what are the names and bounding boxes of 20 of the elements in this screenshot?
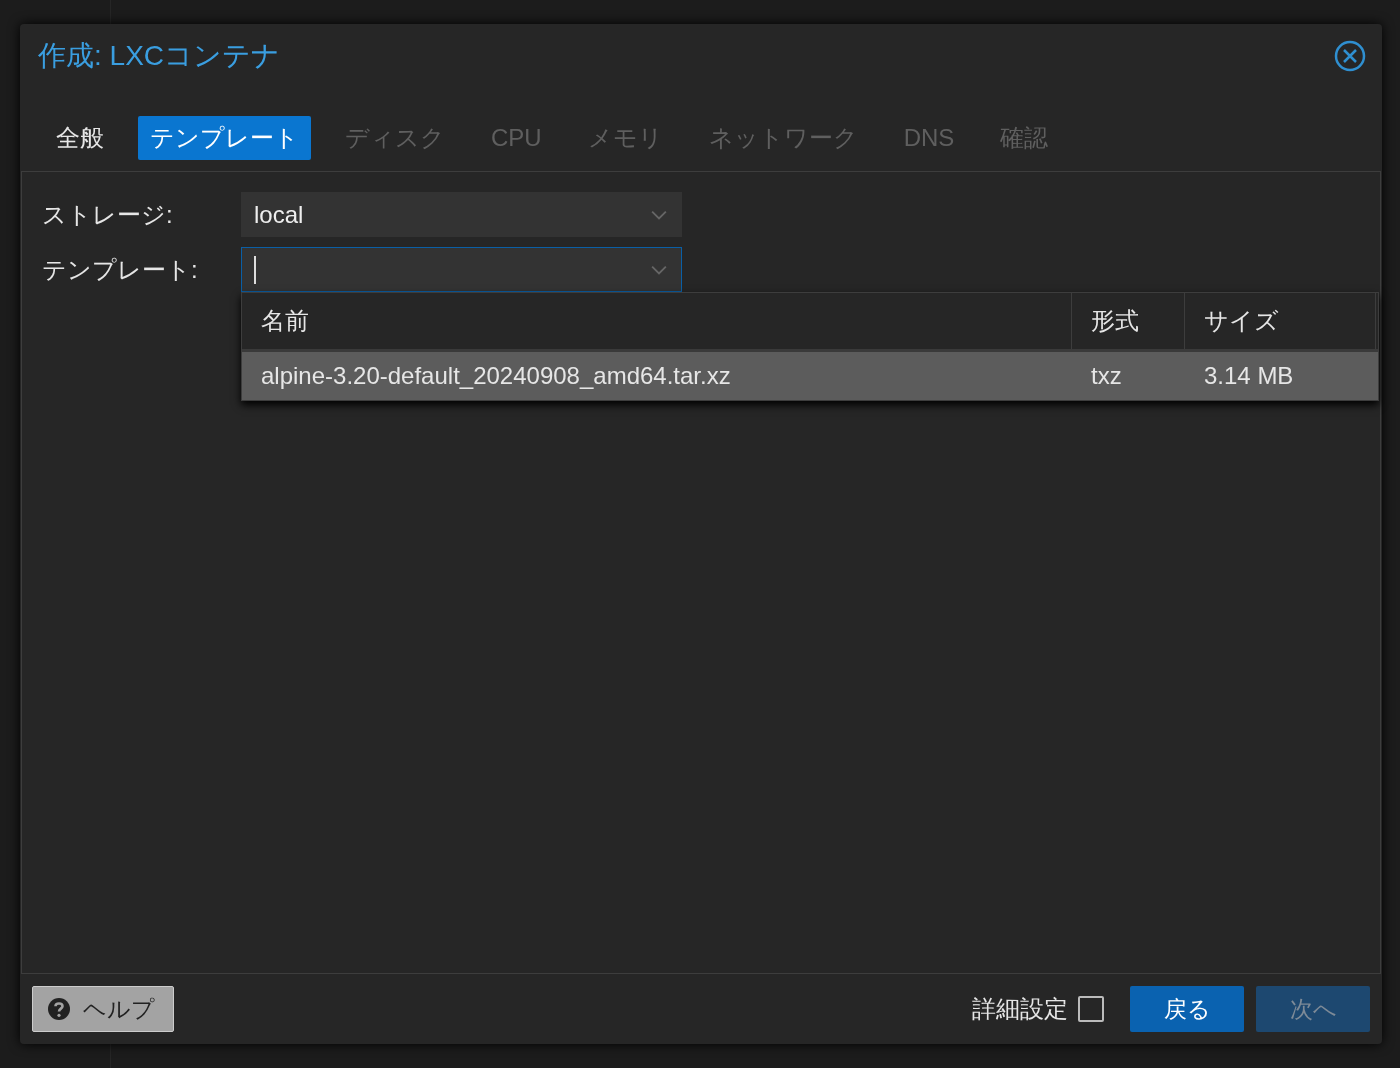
wizard-button[interactable]: 戻る (1130, 986, 1244, 1032)
combo-field[interactable]: local (241, 192, 682, 237)
advanced-label: 詳細設定 (972, 994, 1068, 1024)
column-header[interactable]: サイズ (1185, 293, 1376, 349)
wizard-tab[interactable]: テンプレート (138, 116, 311, 160)
column-header[interactable]: 形式 (1072, 293, 1185, 349)
wizard-tab[interactable]: 全般 (44, 116, 116, 160)
advanced-checkbox[interactable] (1078, 996, 1104, 1022)
text-cursor (254, 255, 256, 284)
chevron-down-icon (651, 209, 667, 220)
help-icon (47, 997, 71, 1021)
column-header[interactable]: 名前 (242, 293, 1072, 349)
combo-field[interactable] (241, 247, 682, 292)
close-icon[interactable] (1334, 40, 1366, 72)
help-button[interactable]: ヘルプ (32, 986, 174, 1032)
field-label: ストレージ: (42, 199, 174, 230)
window-title: 作成: LXCコンテナ (38, 39, 281, 73)
chevron-down-icon (651, 264, 667, 275)
template-row[interactable]: alpine-3.20-default_20240908_amd64.tar.xz txz 3.14 MB (242, 352, 1378, 400)
field-label: テンプレート: (42, 254, 199, 285)
